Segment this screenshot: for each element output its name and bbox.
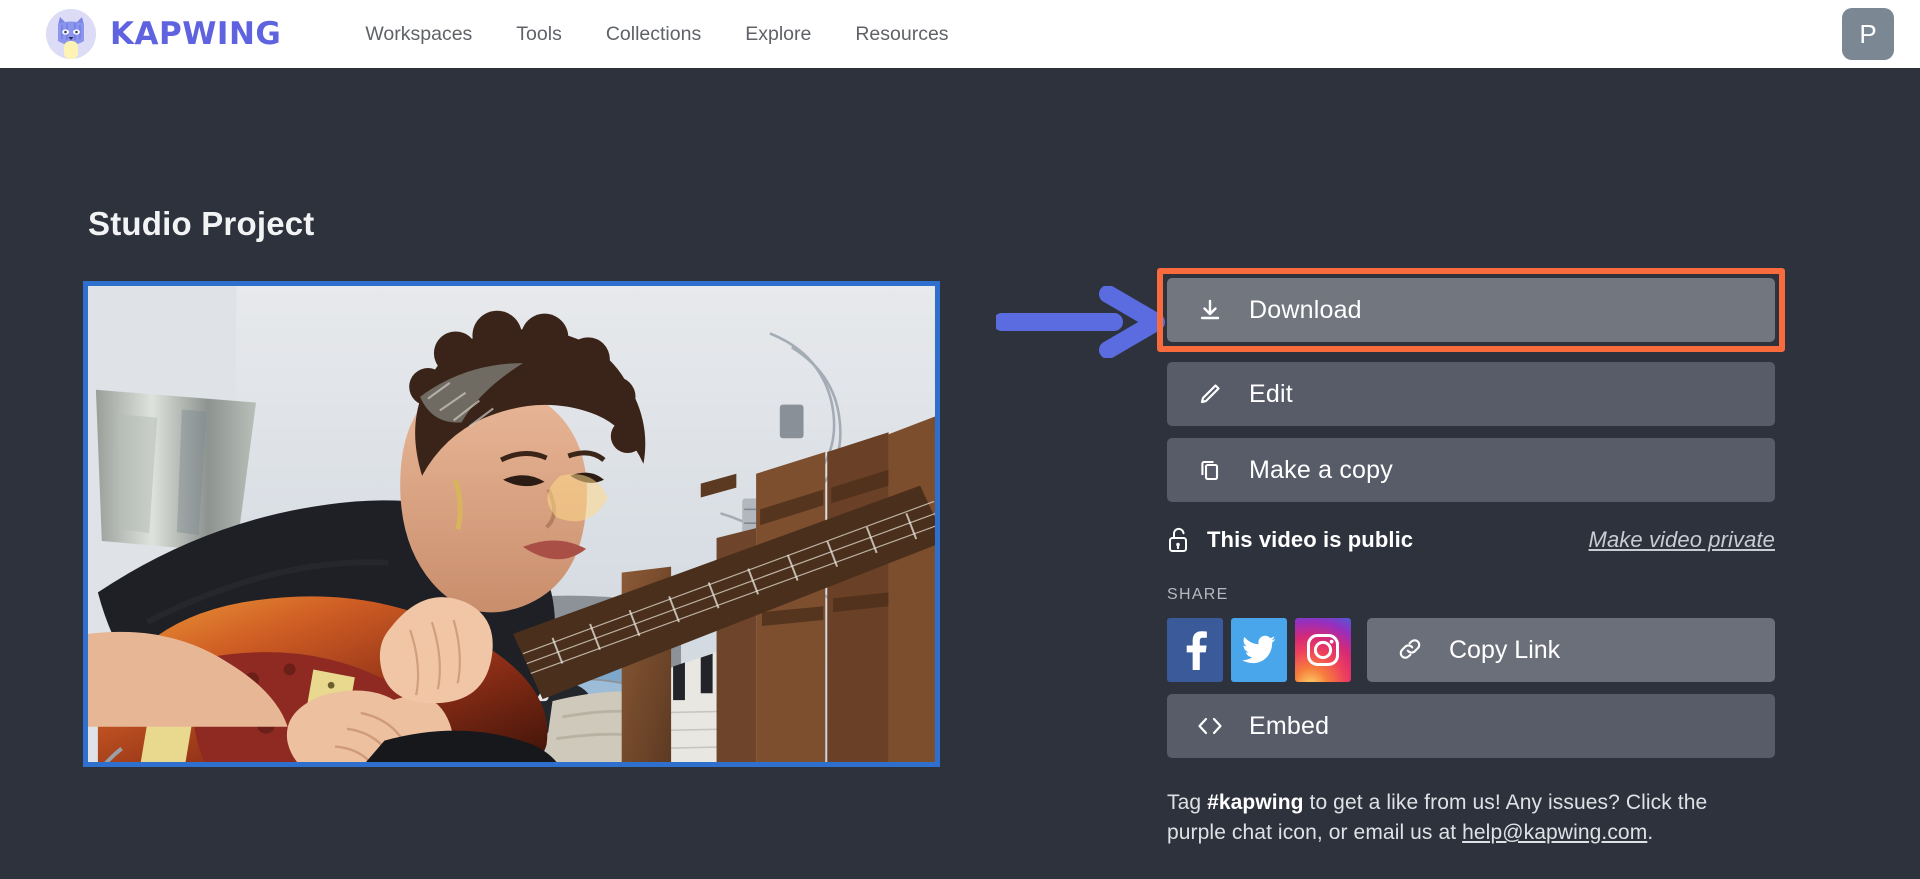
embed-button-label: Embed — [1249, 711, 1330, 740]
nav-link-collections[interactable]: Collections — [584, 15, 723, 54]
share-row: Copy Link — [1167, 618, 1775, 682]
edit-button-label: Edit — [1249, 379, 1293, 408]
video-preview[interactable] — [83, 281, 940, 767]
instagram-icon — [1307, 634, 1339, 666]
instagram-share-button[interactable] — [1295, 618, 1351, 682]
nav-link-resources[interactable]: Resources — [833, 15, 970, 54]
nav-link-workspaces[interactable]: Workspaces — [343, 15, 494, 54]
footer-note-hashtag: #kapwing — [1207, 791, 1304, 814]
visibility-status: This video is public — [1167, 527, 1413, 553]
download-icon — [1197, 297, 1223, 323]
video-actions-panel: Download Edit Make a copy This video is … — [1157, 268, 1785, 848]
pencil-icon — [1197, 381, 1223, 407]
edit-button[interactable]: Edit — [1167, 362, 1775, 426]
support-email-link[interactable]: help@kapwing.com — [1462, 821, 1647, 844]
footer-note-part3: . — [1647, 820, 1654, 844]
footer-note-part1: Tag — [1167, 791, 1208, 814]
download-button[interactable]: Download — [1167, 278, 1775, 342]
video-thumbnail-image — [88, 286, 935, 762]
kapwing-cat-logo-icon — [46, 9, 96, 59]
page-title: Studio Project — [88, 205, 315, 242]
footer-help-note: Tag #kapwing to get a like from us! Any … — [1167, 788, 1747, 848]
twitter-share-button[interactable] — [1231, 618, 1287, 682]
copy-link-label: Copy Link — [1449, 635, 1561, 664]
make-a-copy-button-label: Make a copy — [1249, 455, 1393, 484]
nav-link-tools[interactable]: Tools — [494, 15, 584, 54]
facebook-icon — [1186, 631, 1207, 670]
make-a-copy-button[interactable]: Make a copy — [1167, 438, 1775, 502]
main-content-area: Studio Project Download Edit Make a copy… — [0, 68, 1920, 879]
primary-nav: Workspaces Tools Collections Explore Res… — [343, 15, 970, 54]
brand-logo-link[interactable]: KAPWING — [46, 9, 281, 59]
unlocked-padlock-icon — [1167, 527, 1189, 553]
download-button-wrapper: Download — [1157, 268, 1785, 352]
avatar-initial: P — [1859, 18, 1877, 49]
user-avatar[interactable]: P — [1842, 8, 1894, 60]
visibility-row: This video is public Make video private — [1167, 524, 1775, 556]
top-navigation-bar: KAPWING Workspaces Tools Collections Exp… — [0, 0, 1920, 68]
download-button-label: Download — [1249, 295, 1362, 324]
copy-link-button[interactable]: Copy Link — [1367, 618, 1775, 682]
brand-wordmark: KAPWING — [110, 16, 282, 52]
visibility-status-text: This video is public — [1207, 527, 1414, 552]
embed-button[interactable]: Embed — [1167, 694, 1775, 758]
twitter-bird-icon — [1242, 635, 1276, 664]
blue-arrow-annotation — [996, 286, 1165, 358]
share-section-heading: SHARE — [1167, 586, 1229, 603]
link-icon — [1397, 636, 1423, 665]
facebook-share-button[interactable] — [1167, 618, 1223, 682]
copy-icon — [1197, 457, 1223, 483]
make-video-private-link[interactable]: Make video private — [1589, 527, 1775, 553]
code-brackets-icon — [1197, 713, 1223, 739]
nav-link-explore[interactable]: Explore — [723, 15, 833, 54]
